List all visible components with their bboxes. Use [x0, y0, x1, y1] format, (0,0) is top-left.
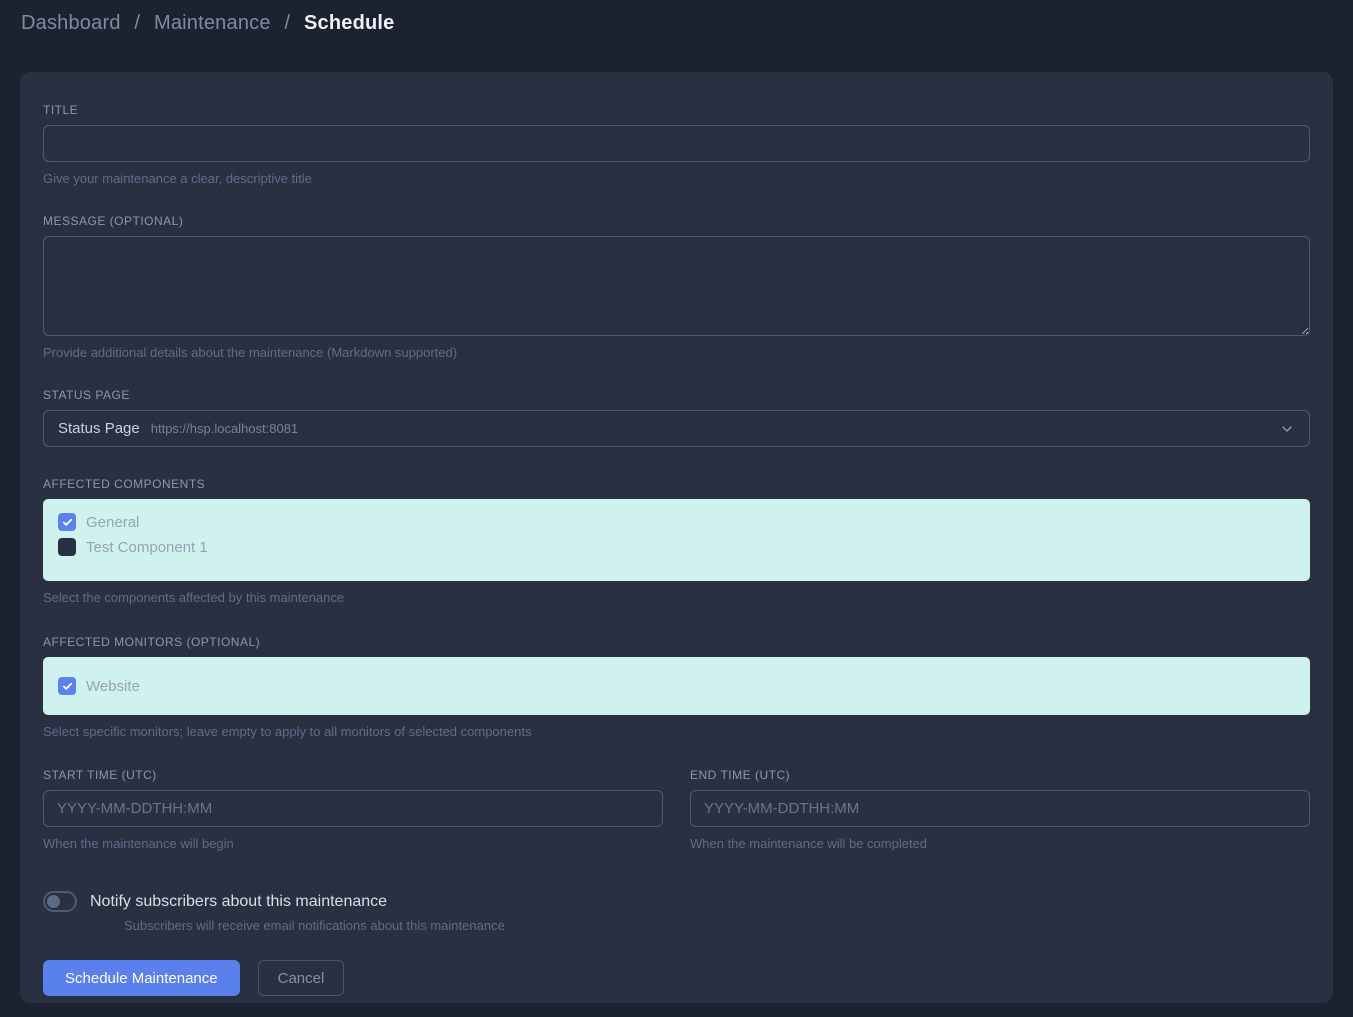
breadcrumb-dashboard[interactable]: Dashboard	[21, 12, 121, 34]
monitor-option-website[interactable]: Website	[58, 677, 1295, 695]
breadcrumb-maintenance[interactable]: Maintenance	[154, 12, 271, 34]
checkbox-checked-icon[interactable]	[58, 677, 76, 695]
breadcrumb-separator: /	[134, 12, 140, 34]
breadcrumb-separator: /	[284, 12, 290, 34]
notify-section: Notify subscribers about this maintenanc…	[43, 891, 1310, 933]
affected-components-helper-text: Select the components affected by this m…	[43, 590, 1310, 605]
title-input[interactable]	[43, 125, 1310, 162]
status-page-select[interactable]: Status Page https://hsp.localhost:8081	[43, 410, 1310, 447]
top-header: Dashboard / Maintenance / Schedule	[0, 0, 1353, 72]
end-time-input[interactable]	[690, 790, 1310, 827]
start-time-input[interactable]	[43, 790, 663, 827]
affected-monitors-panel: Website	[43, 657, 1310, 715]
start-time-field-group: START TIME (UTC) When the maintenance wi…	[43, 768, 663, 851]
status-page-field-group: STATUS PAGE Status Page https://hsp.loca…	[43, 388, 1310, 447]
affected-monitors-field-group: AFFECTED MONITORS (OPTIONAL) Website Sel…	[43, 635, 1310, 739]
checkbox-unchecked-icon[interactable]	[58, 538, 76, 556]
title-field-group: TITLE Give your maintenance a clear, des…	[43, 103, 1310, 186]
schedule-maintenance-form-card: TITLE Give your maintenance a clear, des…	[20, 72, 1333, 1003]
component-option-label: General	[86, 514, 139, 531]
message-field-group: MESSAGE (OPTIONAL) Provide additional de…	[43, 214, 1310, 360]
affected-components-label: AFFECTED COMPONENTS	[43, 477, 1310, 491]
chevron-down-icon	[1279, 421, 1295, 437]
status-page-selected-name: Status Page	[58, 420, 140, 437]
schedule-maintenance-button[interactable]: Schedule Maintenance	[43, 960, 240, 996]
notify-helper-text: Subscribers will receive email notificat…	[124, 918, 1310, 933]
notify-toggle-row: Notify subscribers about this maintenanc…	[43, 891, 1310, 912]
end-time-label: END TIME (UTC)	[690, 768, 1310, 782]
form-actions: Schedule Maintenance Cancel	[43, 960, 1310, 996]
status-page-selected-url: https://hsp.localhost:8081	[151, 421, 298, 436]
breadcrumb: Dashboard / Maintenance / Schedule	[21, 12, 1353, 35]
component-option-general[interactable]: General	[58, 513, 1295, 531]
notify-toggle-label: Notify subscribers about this maintenanc…	[90, 893, 387, 911]
cancel-button[interactable]: Cancel	[258, 960, 345, 996]
start-time-helper-text: When the maintenance will begin	[43, 836, 663, 851]
affected-monitors-label: AFFECTED MONITORS (OPTIONAL)	[43, 635, 1310, 649]
component-option-label: Test Component 1	[86, 539, 208, 556]
toggle-knob	[47, 895, 60, 908]
affected-components-panel: General Test Component 1	[43, 499, 1310, 581]
component-option-test-component-1[interactable]: Test Component 1	[58, 538, 1295, 556]
affected-components-field-group: AFFECTED COMPONENTS General Test Compone…	[43, 477, 1310, 605]
title-helper-text: Give your maintenance a clear, descripti…	[43, 171, 1310, 186]
message-helper-text: Provide additional details about the mai…	[43, 345, 1310, 360]
end-time-field-group: END TIME (UTC) When the maintenance will…	[690, 768, 1310, 851]
affected-monitors-helper-text: Select specific monitors; leave empty to…	[43, 724, 1310, 739]
status-page-label: STATUS PAGE	[43, 388, 1310, 402]
message-label: MESSAGE (OPTIONAL)	[43, 214, 1310, 228]
time-fields-row: START TIME (UTC) When the maintenance wi…	[43, 768, 1310, 851]
message-textarea[interactable]	[43, 236, 1310, 336]
breadcrumb-current-schedule: Schedule	[304, 12, 395, 34]
checkbox-checked-icon[interactable]	[58, 513, 76, 531]
notify-toggle[interactable]	[43, 891, 77, 912]
end-time-helper-text: When the maintenance will be completed	[690, 836, 1310, 851]
monitor-option-label: Website	[86, 678, 140, 695]
title-label: TITLE	[43, 103, 1310, 117]
start-time-label: START TIME (UTC)	[43, 768, 663, 782]
